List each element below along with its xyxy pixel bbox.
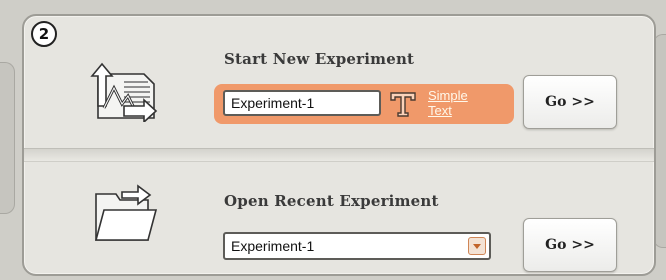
recent-experiment-dropdown[interactable]: Experiment-1: [223, 232, 491, 260]
step-number-badge: 2: [31, 21, 57, 47]
recent-experiment-go-button[interactable]: Go >>: [523, 218, 617, 272]
new-experiment-graph-icon: [84, 56, 168, 124]
simple-text-line1: Simple: [428, 88, 468, 103]
recent-experiment-title: Open Recent Experiment: [224, 192, 439, 210]
section-divider: [24, 148, 654, 162]
simple-text-link[interactable]: Simple Text: [428, 88, 488, 118]
recent-experiment-selected: Experiment-1: [231, 238, 315, 254]
new-experiment-go-button[interactable]: Go >>: [523, 75, 617, 129]
text-tool-icon[interactable]: [388, 90, 418, 118]
simple-text-line2: Text: [428, 103, 452, 118]
chevron-down-icon[interactable]: [468, 237, 486, 255]
open-folder-icon: [90, 180, 170, 246]
new-experiment-section: 2 Start New Experiment Experiment-1 Simp…: [24, 16, 654, 148]
left-side-tab: [0, 62, 15, 214]
experiment-panel: 2 Start New Experiment Experiment-1 Simp…: [22, 14, 656, 276]
recent-experiment-section: Open Recent Experiment Experiment-1 Go >…: [24, 162, 654, 274]
new-experiment-title: Start New Experiment: [224, 50, 415, 68]
experiment-name-input[interactable]: [223, 90, 381, 116]
window-frame: 2 Start New Experiment Experiment-1 Simp…: [0, 0, 666, 280]
